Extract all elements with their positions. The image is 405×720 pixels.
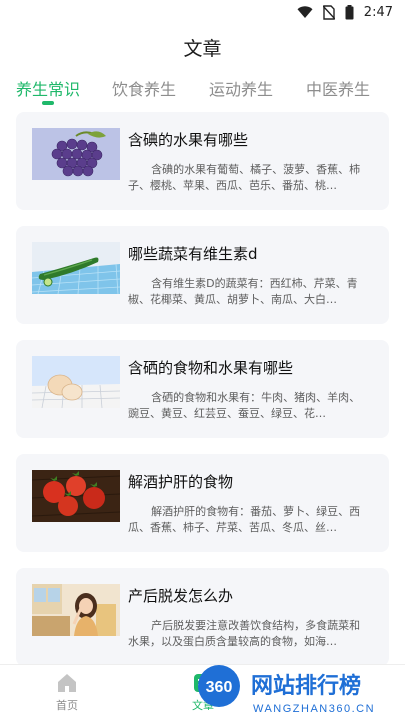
article-card[interactable]: 含硒的食物和水果有哪些 含硒的食物和水果有：牛肉、猪肉、羊肉、豌豆、黄豆、红芸豆… [16, 340, 389, 438]
article-card[interactable]: 产后脱发怎么办 产后脱发要注意改善饮食结构，多食蔬菜和水果，以及蛋白质含量较高的… [16, 568, 389, 666]
tab-exercise-health[interactable]: 运动养生 [209, 76, 273, 100]
article-title: 哪些蔬菜有维生素d [128, 245, 258, 263]
page-title: 文章 [183, 38, 222, 60]
article-thumbnail-tomatoes [32, 470, 120, 522]
active-tab-indicator [42, 101, 54, 105]
article-card[interactable]: 哪些蔬菜有维生素d 含有维生素D的蔬菜有：西红柿、芹菜、青椒、花椰菜、黄瓜、胡萝… [16, 226, 389, 324]
no-sim-icon [322, 4, 335, 20]
article-thumbnail-cucumber [32, 242, 120, 294]
nav-home[interactable]: 首页 [37, 671, 97, 713]
article-summary: 含有维生素D的蔬菜有：西红柿、芹菜、青椒、花椰菜、黄瓜、胡萝卜、南瓜、大白… [128, 277, 358, 306]
watermark-badge-text: 360 [206, 679, 233, 696]
article-summary: 解酒护肝的食物有：番茄、萝卜、绿豆、西瓜、香蕉、柿子、芹菜、苦瓜、冬瓜、丝… [128, 505, 361, 534]
article-thumbnail-postpartum [32, 584, 120, 636]
watermark-name-text: 网站排行榜 [251, 673, 361, 699]
tab-health-knowledge[interactable]: 养生常识 [16, 76, 80, 100]
home-icon [58, 674, 76, 692]
watermark-logo: 360 网站排行榜 WANGZHAN360.CN [195, 660, 405, 720]
wifi-icon [297, 5, 313, 18]
status-time: 2:47 [363, 4, 393, 20]
article-thumbnail-grapes [32, 128, 120, 180]
tab-tcm-health[interactable]: 中医养生 [306, 76, 370, 100]
article-title: 含硒的食物和水果有哪些 [128, 359, 294, 377]
watermark-url-text: WANGZHAN360.CN [253, 703, 375, 715]
article-title: 解酒护肝的食物 [128, 473, 234, 491]
article-summary: 含碘的水果有葡萄、橘子、菠萝、香蕉、柿子、樱桃、苹果、西瓜、芭乐、番茄、桃… [128, 163, 361, 192]
nav-home-label: 首页 [56, 699, 78, 712]
article-title: 含碘的水果有哪些 [128, 131, 249, 149]
article-summary: 含硒的食物和水果有：牛肉、猪肉、羊肉、豌豆、黄豆、红芸豆、蚕豆、绿豆、花… [128, 391, 361, 420]
article-title: 产后脱发怎么办 [128, 587, 234, 605]
article-thumbnail-eggs [32, 356, 120, 408]
article-card[interactable]: 含碘的水果有哪些 含碘的水果有葡萄、橘子、菠萝、香蕉、柿子、樱桃、苹果、西瓜、芭… [16, 112, 389, 210]
article-summary: 产后脱发要注意改善饮食结构，多食蔬菜和水果，以及蛋白质含量较高的食物，如海… [128, 619, 361, 648]
article-card[interactable]: 解酒护肝的食物 解酒护肝的食物有：番茄、萝卜、绿豆、西瓜、香蕉、柿子、芹菜、苦瓜… [16, 454, 389, 552]
tab-diet-health[interactable]: 饮食养生 [112, 76, 176, 100]
category-tabs: 养生常识 饮食养生 运动养生 中医养生 [0, 76, 405, 110]
battery-icon [345, 4, 354, 19]
status-bar: 2:47 [0, 0, 405, 24]
